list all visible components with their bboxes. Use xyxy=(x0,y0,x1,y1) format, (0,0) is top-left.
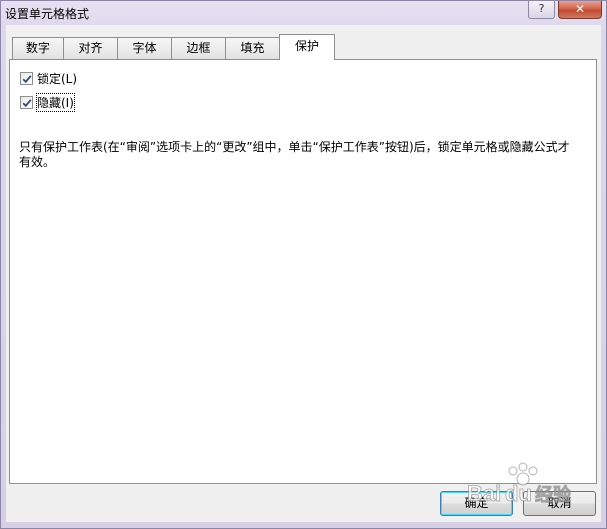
dialog-body: 数字 对齐 字体 边框 填充 保护 锁定(L) 隐藏(I) 只有保护工作表(在“… xyxy=(6,25,601,522)
checkmark-icon xyxy=(22,74,32,83)
checkmark-icon xyxy=(22,98,32,107)
tab-protection[interactable]: 保护 xyxy=(279,34,335,60)
hidden-checkbox[interactable] xyxy=(20,95,33,109)
cancel-button-label: 取消 xyxy=(547,496,572,510)
dialog-title: 设置单元格格式 xyxy=(5,7,90,21)
format-cells-dialog: 设置单元格格式 ? ✕ 数字 对齐 字体 边框 填充 保护 锁定(L) 隐藏(I… xyxy=(0,0,607,529)
protection-description: 只有保护工作表(在“审阅”选项卡上的“更改”组中，单击“保护工作表”按钮)后，锁… xyxy=(19,140,570,169)
help-button[interactable]: ? xyxy=(528,1,555,19)
cancel-button[interactable]: 取消 xyxy=(523,491,596,516)
help-icon: ? xyxy=(538,2,545,15)
tab-protection-label: 保护 xyxy=(294,39,319,53)
locked-checkbox[interactable] xyxy=(20,71,33,85)
tab-alignment[interactable]: 对齐 xyxy=(63,37,118,59)
close-icon: ✕ xyxy=(574,2,586,16)
tab-fill[interactable]: 填充 xyxy=(225,37,280,59)
hidden-label: 隐藏(I) xyxy=(36,92,75,112)
tab-alignment-label: 对齐 xyxy=(78,41,103,55)
ok-button-label: 确定 xyxy=(464,496,489,510)
tab-font-label: 字体 xyxy=(132,41,157,55)
tab-fill-label: 填充 xyxy=(240,41,265,55)
hidden-option[interactable]: 隐藏(I) xyxy=(20,92,75,112)
tab-font[interactable]: 字体 xyxy=(117,37,172,59)
locked-option[interactable]: 锁定(L) xyxy=(20,70,77,86)
title-bar[interactable]: 设置单元格格式 ? ✕ xyxy=(1,1,606,25)
tab-border[interactable]: 边框 xyxy=(171,37,226,59)
ok-button[interactable]: 确定 xyxy=(440,491,513,516)
protection-panel: 锁定(L) 隐藏(I) 只有保护工作表(在“审阅”选项卡上的“更改”组中，单击“… xyxy=(9,59,597,484)
close-button[interactable]: ✕ xyxy=(558,1,602,19)
tab-number[interactable]: 数字 xyxy=(12,37,64,59)
tab-border-label: 边框 xyxy=(186,41,211,55)
locked-label: 锁定(L) xyxy=(37,71,78,86)
tab-number-label: 数字 xyxy=(25,41,50,55)
